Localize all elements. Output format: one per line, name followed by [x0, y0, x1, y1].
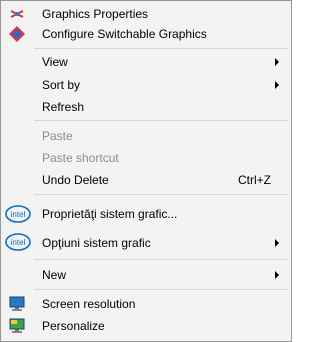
switchable-graphics-icon [5, 24, 29, 42]
menu-item-configure-switchable-graphics[interactable]: Configure Switchable Graphics [1, 24, 291, 44]
menu-item-proprietati-sistem-grafic[interactable]: intel Proprietăţi sistem grafic... [1, 203, 291, 225]
menu-item-optiuni-sistem-grafic[interactable]: intel Opţiuni sistem grafic [1, 231, 291, 253]
menu-separator [34, 120, 288, 121]
menu-separator [34, 289, 288, 290]
svg-text:intel: intel [11, 238, 26, 247]
menu-item-label: Graphics Properties [42, 7, 149, 21]
menu-item-shortcut: Ctrl+Z [238, 173, 271, 187]
menu-item-view[interactable]: View [1, 53, 291, 71]
menu-item-label: Configure Switchable Graphics [42, 27, 207, 41]
svg-text:intel: intel [11, 210, 26, 219]
menu-item-paste: Paste [1, 127, 291, 145]
menu-item-label: Personalize [42, 319, 105, 333]
menu-item-label: Proprietăţi sistem grafic... [42, 207, 178, 221]
menu-item-label: Sort by [42, 78, 81, 92]
menu-item-label: Refresh [42, 100, 85, 114]
menu-item-graphics-properties[interactable]: Graphics Properties [1, 5, 291, 23]
intel-icon: intel [5, 204, 31, 223]
menu-separator [34, 48, 288, 49]
submenu-arrow-icon [275, 271, 279, 279]
menu-item-label: Paste [42, 129, 73, 143]
menu-separator [34, 259, 288, 260]
personalize-icon [5, 317, 29, 335]
menu-item-new[interactable]: New [1, 266, 291, 284]
submenu-arrow-icon [275, 81, 279, 89]
desktop-context-menu: Graphics Properties Configure Switchable… [0, 0, 292, 342]
submenu-arrow-icon [275, 239, 279, 247]
menu-item-screen-resolution[interactable]: Screen resolution [1, 295, 291, 313]
menu-item-label: Opţiuni sistem grafic [42, 236, 151, 250]
screen-resolution-icon [5, 295, 29, 313]
graphics-properties-icon [5, 5, 29, 23]
menu-item-undo-delete[interactable]: Undo Delete Ctrl+Z [1, 171, 291, 189]
menu-separator [34, 194, 288, 195]
menu-item-label: New [42, 268, 67, 282]
menu-item-paste-shortcut: Paste shortcut [1, 149, 291, 167]
menu-item-label: Undo Delete [42, 173, 109, 187]
menu-item-label: View [42, 55, 68, 69]
intel-icon: intel [5, 232, 31, 251]
menu-item-label: Paste shortcut [42, 151, 119, 165]
menu-item-sort-by[interactable]: Sort by [1, 76, 291, 94]
menu-item-label: Screen resolution [42, 297, 136, 311]
menu-item-personalize[interactable]: Personalize [1, 317, 291, 335]
submenu-arrow-icon [275, 58, 279, 66]
menu-item-refresh[interactable]: Refresh [1, 98, 291, 116]
